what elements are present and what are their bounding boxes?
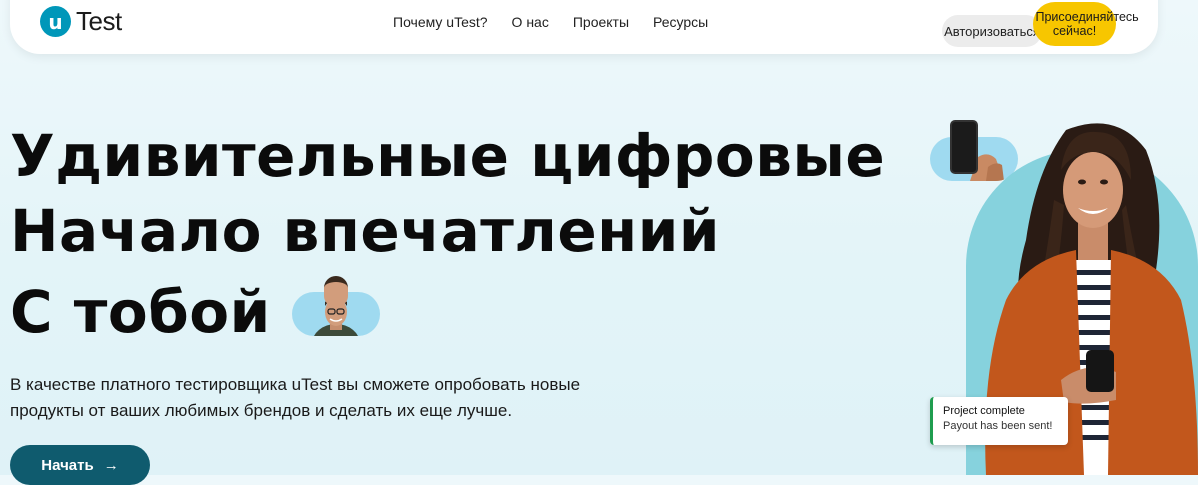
get-started-button[interactable]: Начать → xyxy=(10,445,150,485)
hero-description: В качестве платного тестировщика uTest в… xyxy=(10,372,580,424)
notification-title: Project complete xyxy=(943,405,1025,417)
hero-headline-line-1: Удивительные цифровые xyxy=(10,122,886,190)
tester-avatar-head xyxy=(324,276,348,306)
nav-about[interactable]: О нас xyxy=(512,14,549,30)
nav-why-utest[interactable]: Почему uTest? xyxy=(393,14,488,30)
nav-projects[interactable]: Проекты xyxy=(573,14,629,30)
hero-description-line-2: продукты от ваших любимых брендов и сдел… xyxy=(10,401,513,420)
hero-description-line-1: В качестве платного тестировщика uTest в… xyxy=(10,375,581,394)
get-started-label: Начать xyxy=(41,456,94,474)
logo-mark-icon: u xyxy=(40,6,71,37)
login-button-label: Авторизоваться xyxy=(944,23,1040,39)
notification-subtitle: Payout has been sent! xyxy=(943,420,1053,432)
project-complete-notification: Project complete Payout has been sent! xyxy=(930,397,1068,445)
hero-headline-line-2: Начало впечатлений xyxy=(10,197,721,265)
utest-logo[interactable]: u Test xyxy=(40,6,122,37)
arrow-right-icon: → xyxy=(103,456,119,474)
main-nav: Почему uTest? О нас Проекты Ресурсы xyxy=(393,14,708,30)
hero-headline-line-3: С тобой xyxy=(10,278,271,346)
join-now-button[interactable]: Присоединяйтесь сейчас! xyxy=(1033,2,1139,46)
join-button-label: Присоединяйтесь сейчас! xyxy=(1035,9,1139,38)
logo-text: Test xyxy=(76,6,122,36)
nav-resources[interactable]: Ресурсы xyxy=(653,14,708,30)
login-button[interactable]: Авторизоваться xyxy=(942,15,1042,47)
